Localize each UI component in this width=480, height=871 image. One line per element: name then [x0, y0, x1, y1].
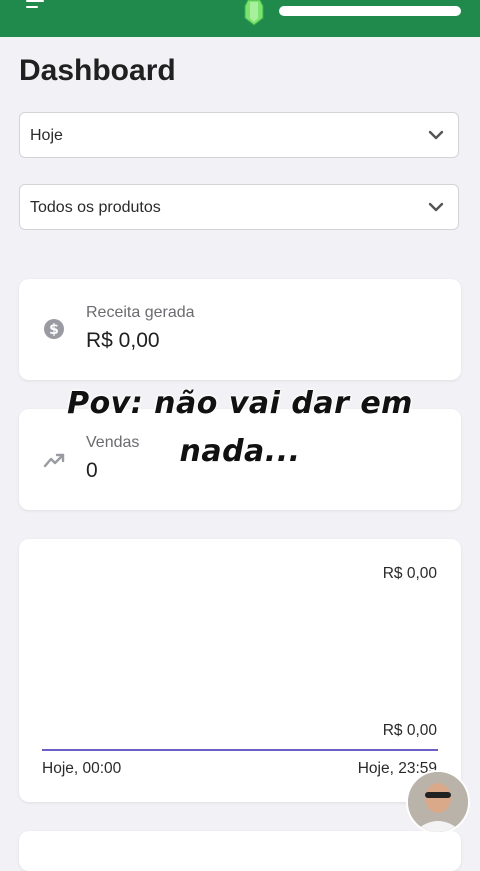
revenue-chart-card: R$ 0,00 R$ 0,00 Hoje, 00:00 Hoje, 23:59 [19, 539, 461, 802]
address-bar[interactable] [279, 6, 461, 16]
product-select-value: Todos os produtos [30, 199, 161, 216]
period-select-value: Hoje [30, 127, 63, 144]
period-select[interactable]: Hoje [19, 112, 459, 158]
dollar-circle-icon: $ [44, 319, 64, 339]
svg-text:$: $ [49, 322, 59, 338]
page-title: Dashboard [19, 54, 176, 87]
revenue-card: $ Receita gerada R$ 0,00 [19, 279, 461, 380]
avatar[interactable] [406, 770, 470, 834]
revenue-label: Receita gerada [86, 304, 195, 321]
chart-top-value: R$ 0,00 [382, 565, 437, 582]
revenue-value: R$ 0,00 [86, 329, 160, 352]
caption-line-1: Pov: não vai dar em [67, 386, 413, 421]
chevron-down-icon [428, 130, 444, 140]
chevron-down-icon [428, 202, 444, 212]
menu-icon[interactable] [26, 0, 48, 10]
chart-line [42, 749, 438, 751]
caption-line-2: nada... [179, 434, 301, 469]
gem-icon [244, 0, 264, 26]
top-app-bar [0, 0, 480, 37]
chart-x-start-label: Hoje, 00:00 [42, 760, 122, 777]
chart-bottom-value: R$ 0,00 [382, 722, 437, 739]
product-select[interactable]: Todos os produtos [19, 184, 459, 230]
next-card [19, 831, 461, 871]
